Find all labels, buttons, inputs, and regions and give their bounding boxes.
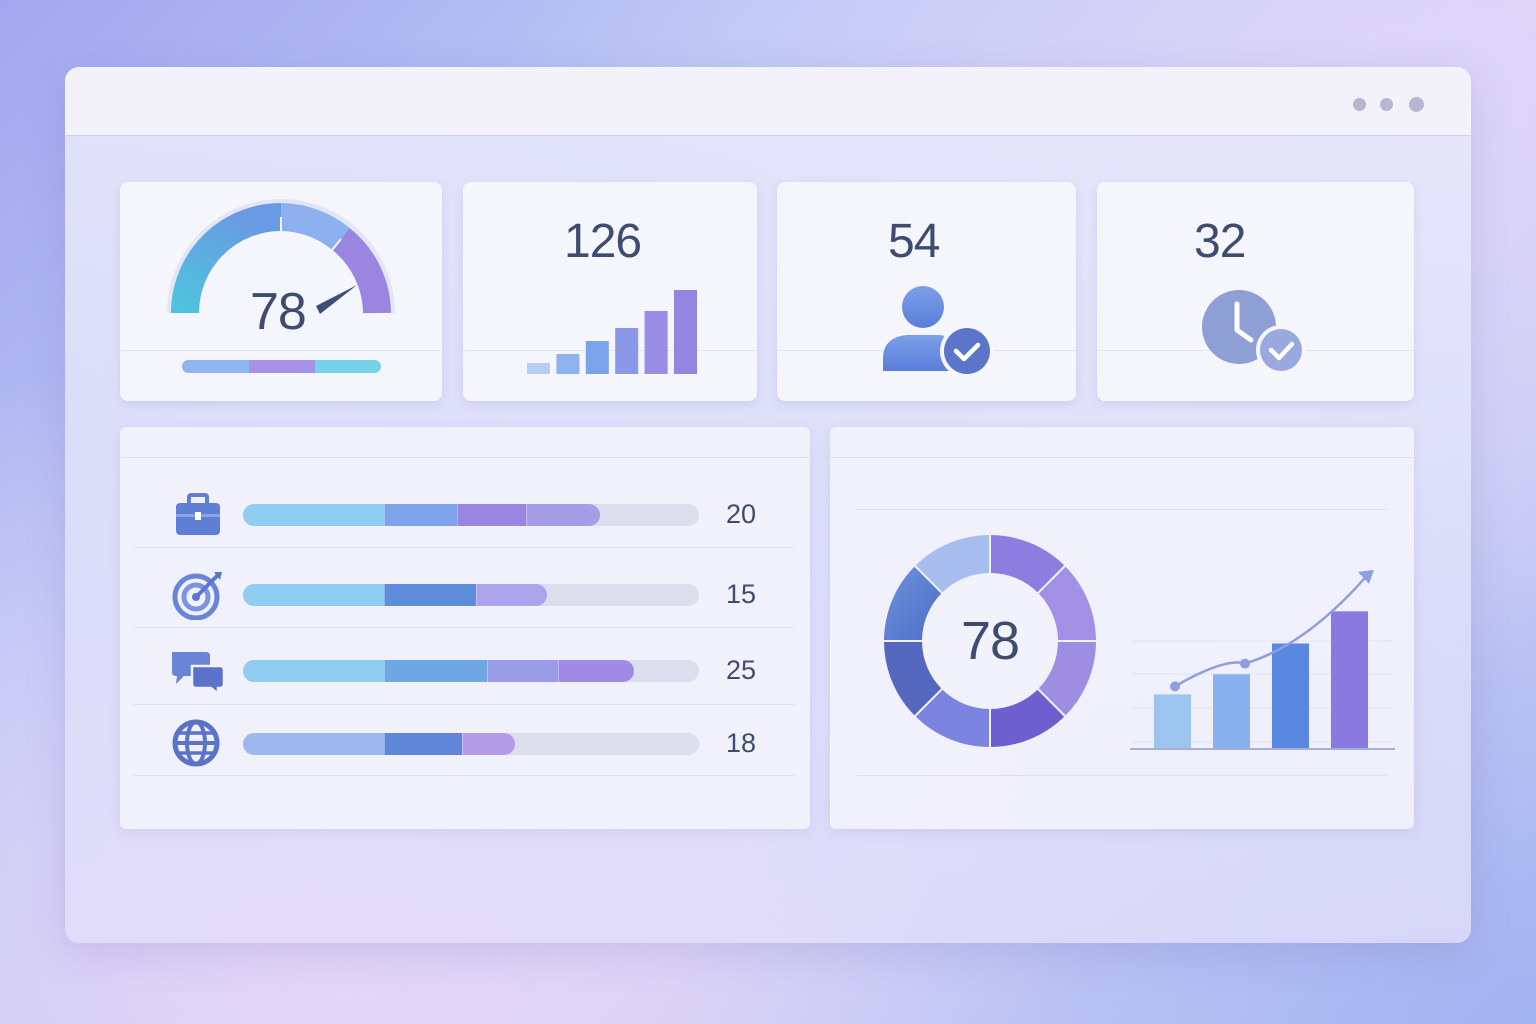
category-value: 25 (726, 655, 757, 685)
progress-bar (243, 584, 699, 606)
row-divider (134, 775, 794, 776)
app-window: 78 126 54 32 20 15 25 18 78 (65, 67, 1471, 943)
mini-bar (585, 341, 609, 374)
kpi-value-users: 54 (888, 215, 940, 268)
mini-bar (644, 311, 668, 374)
category-panel: 20 15 25 18 (120, 427, 810, 829)
panel-header-line (120, 457, 810, 458)
row-divider (134, 704, 794, 705)
progress-segment (461, 733, 516, 755)
kpi-value-time: 32 (1194, 215, 1246, 268)
score-progress-bar (182, 360, 381, 373)
mini-bar (556, 354, 580, 374)
progress-segment (486, 660, 559, 682)
mini-bar (674, 290, 697, 374)
trend-bar (1154, 694, 1191, 748)
mini-bar (615, 328, 639, 374)
window-menu-dot-1[interactable] (1353, 98, 1366, 111)
trend-point (1170, 681, 1180, 692)
progress-segment (243, 504, 385, 526)
divider (120, 350, 442, 351)
kpi-value-score: 78 (250, 283, 307, 341)
progress-segment (525, 504, 600, 526)
kpi-card-time[interactable]: 32 (1097, 182, 1414, 401)
progress-bar (243, 733, 699, 755)
bar-chart-icon (527, 290, 697, 374)
progress-bar (243, 504, 699, 526)
chat-icon (168, 646, 226, 697)
user-check-icon (883, 286, 994, 378)
globe-icon (168, 719, 224, 767)
progress-segment (384, 584, 477, 606)
row-divider (134, 547, 794, 548)
overview-panel: 78 (830, 427, 1414, 829)
mini-bar (527, 363, 550, 374)
progress-bar (243, 660, 699, 682)
trend-bar (1272, 643, 1309, 748)
kpi-card-users[interactable]: 54 (777, 182, 1076, 401)
trend-point (1240, 658, 1250, 669)
progress-segment (457, 504, 527, 526)
trend-bar-chart (1130, 569, 1395, 750)
clock-check-icon (1202, 290, 1306, 375)
category-value: 20 (726, 499, 757, 529)
window-menu-dot-2[interactable] (1380, 98, 1393, 111)
row-divider (134, 627, 794, 628)
progress-segment (475, 584, 548, 606)
target-icon (168, 570, 224, 621)
title-bar (65, 67, 1471, 136)
progress-segment (557, 660, 634, 682)
progress-segment (384, 660, 488, 682)
progress-segment (243, 733, 385, 755)
trend-bar (1331, 611, 1368, 748)
progress-segment (384, 733, 463, 755)
category-value: 15 (726, 579, 757, 609)
window-menu-dot-3[interactable] (1409, 97, 1424, 112)
progress-segment (243, 584, 385, 606)
progress-segment (243, 660, 385, 682)
kpi-card-total[interactable]: 126 (463, 182, 757, 401)
category-value: 18 (726, 728, 757, 758)
briefcase-icon (168, 490, 224, 538)
progress-segment (384, 504, 459, 526)
kpi-card-score[interactable]: 78 (120, 182, 442, 401)
trend-bar (1213, 674, 1250, 748)
